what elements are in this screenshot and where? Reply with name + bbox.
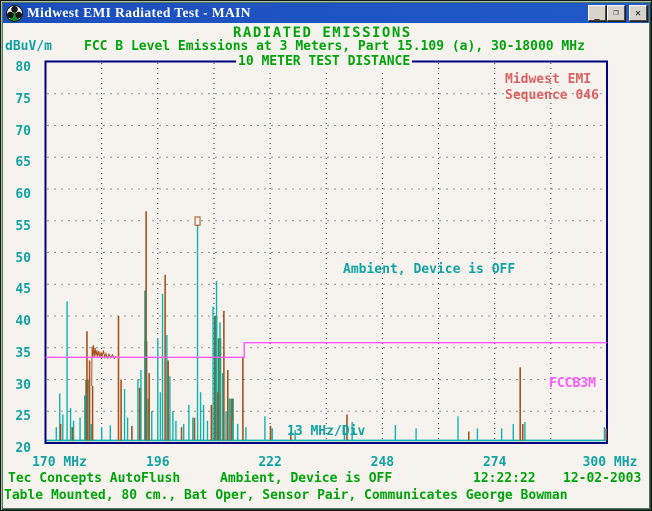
x-tick-label: 222 — [258, 455, 281, 470]
y-tick-label: 70 — [0, 124, 31, 139]
title-bar: Midwest EMI Radiated Test - MAIN _ ❐ ✕ — [3, 3, 649, 23]
y-tick-label: 65 — [0, 155, 31, 170]
y-tick-label: 45 — [0, 282, 31, 297]
close-icon: ✕ — [635, 8, 641, 19]
app-window: RADIATED EMISSIONS dBuV/m FCC B Level Em… — [0, 0, 652, 511]
x-tick-label: 274 — [483, 455, 506, 470]
y-tick-label: 50 — [0, 251, 31, 266]
restore-icon: ❐ — [613, 8, 618, 18]
y-tick-label: 80 — [0, 60, 31, 75]
minimize-button[interactable]: _ — [588, 5, 606, 21]
status-time: 12:22:22 — [473, 471, 536, 486]
window-controls: _ ❐ ✕ — [587, 5, 647, 21]
y-tick-label: 75 — [0, 92, 31, 107]
y-tick-label: 55 — [0, 219, 31, 234]
div-width-note: 13 MHz/Div — [287, 424, 365, 439]
trace-note: Ambient, Device is OFF — [343, 262, 515, 277]
limit-line-label: FCCB3M — [549, 376, 596, 391]
y-tick-label: 60 — [0, 187, 31, 202]
x-tick-label: 170 MHz — [32, 455, 87, 470]
y-tick-label: 25 — [0, 409, 31, 424]
status-mode: Ambient, Device is OFF — [220, 471, 392, 486]
status-date: 12-02-2003 — [563, 471, 641, 486]
y-tick-label: 40 — [0, 314, 31, 329]
minimize-icon: _ — [594, 11, 599, 21]
status-operator: Tec Concepts AutoFlush — [8, 471, 180, 486]
test-distance-note: 10 METER TEST DISTANCE — [236, 54, 412, 69]
close-button[interactable]: ✕ — [629, 5, 647, 21]
x-tick-label: 248 — [371, 455, 394, 470]
sequence-label: Midwest EMISequence 046 — [505, 72, 599, 104]
x-tick-label: 300 MHz — [583, 455, 638, 470]
x-tick-label: 196 — [146, 455, 169, 470]
restore-button[interactable]: ❐ — [607, 5, 625, 21]
y-tick-label: 35 — [0, 346, 31, 361]
sequence-line1: Midwest EMI — [505, 72, 591, 87]
sequence-line2: Sequence 046 — [505, 88, 599, 103]
app-icon — [6, 5, 23, 22]
y-tick-label: 30 — [0, 378, 31, 393]
test-subtitle: FCC B Level Emissions at 3 Meters, Part … — [84, 39, 585, 54]
y-tick-label: 20 — [0, 441, 31, 456]
status-setup: Table Mounted, 80 cm., Bat Oper, Sensor … — [4, 488, 568, 503]
window-title: Midwest EMI Radiated Test - MAIN — [27, 5, 251, 21]
y-axis-unit-label: dBuV/m — [5, 39, 52, 54]
